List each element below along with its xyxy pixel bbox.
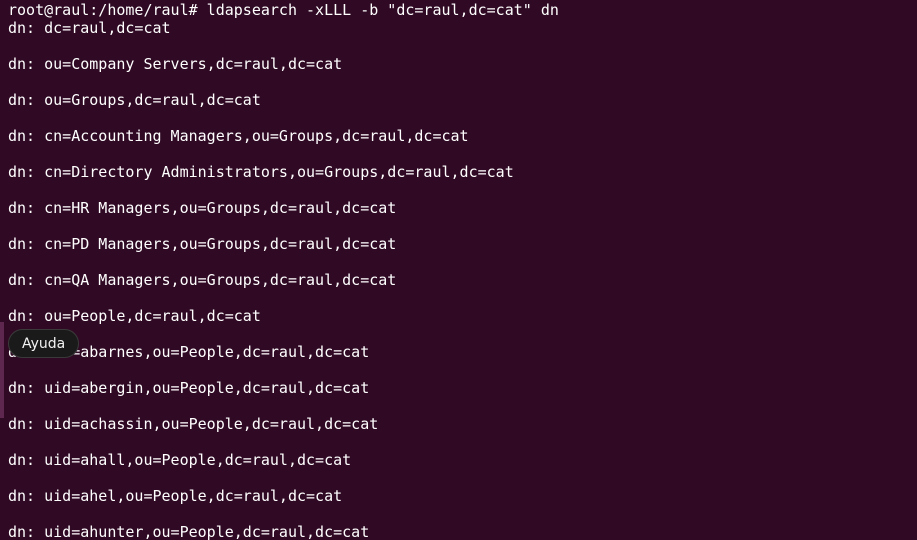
output-line: dn: uid=abergin,ou=People,dc=raul,dc=cat [8,379,370,397]
output-line: dn: cn=Accounting Managers,ou=Groups,dc=… [8,127,469,145]
output-line: dn: ou=People,dc=raul,dc=cat [8,307,261,325]
output-line: dn: uid=ahunter,ou=People,dc=raul,dc=cat [8,523,370,540]
output-line: dn: ou=Company Servers,dc=raul,dc=cat [8,55,343,73]
terminal-window[interactable]: root@raul:/home/raul# ldapsearch -xLLL -… [0,0,917,540]
output-line: dn: cn=QA Managers,ou=Groups,dc=raul,dc=… [8,271,397,289]
output-line: dn: cn=Directory Administrators,ou=Group… [8,163,514,181]
output-line: dn: uid=ahall,ou=People,dc=raul,dc=cat [8,451,352,469]
output-line: dn: uid=achassin,ou=People,dc=raul,dc=ca… [8,415,379,433]
output-line: dn: uid=abarnes,ou=People,dc=raul,dc=cat [8,343,370,361]
output-line: dn: ou=Groups,dc=raul,dc=cat [8,91,261,109]
output-line: dn: dc=raul,dc=cat [8,19,171,37]
output-line: dn: cn=HR Managers,ou=Groups,dc=raul,dc=… [8,199,397,217]
command-line: root@raul:/home/raul# ldapsearch -xLLL -… [8,1,559,19]
help-tooltip: Ayuda [8,329,80,358]
dock-edge [0,322,4,418]
output-line: dn: cn=PD Managers,ou=Groups,dc=raul,dc=… [8,235,397,253]
output-line: dn: uid=ahel,ou=People,dc=raul,dc=cat [8,487,343,505]
terminal-output: root@raul:/home/raul# ldapsearch -xLLL -… [8,1,917,540]
